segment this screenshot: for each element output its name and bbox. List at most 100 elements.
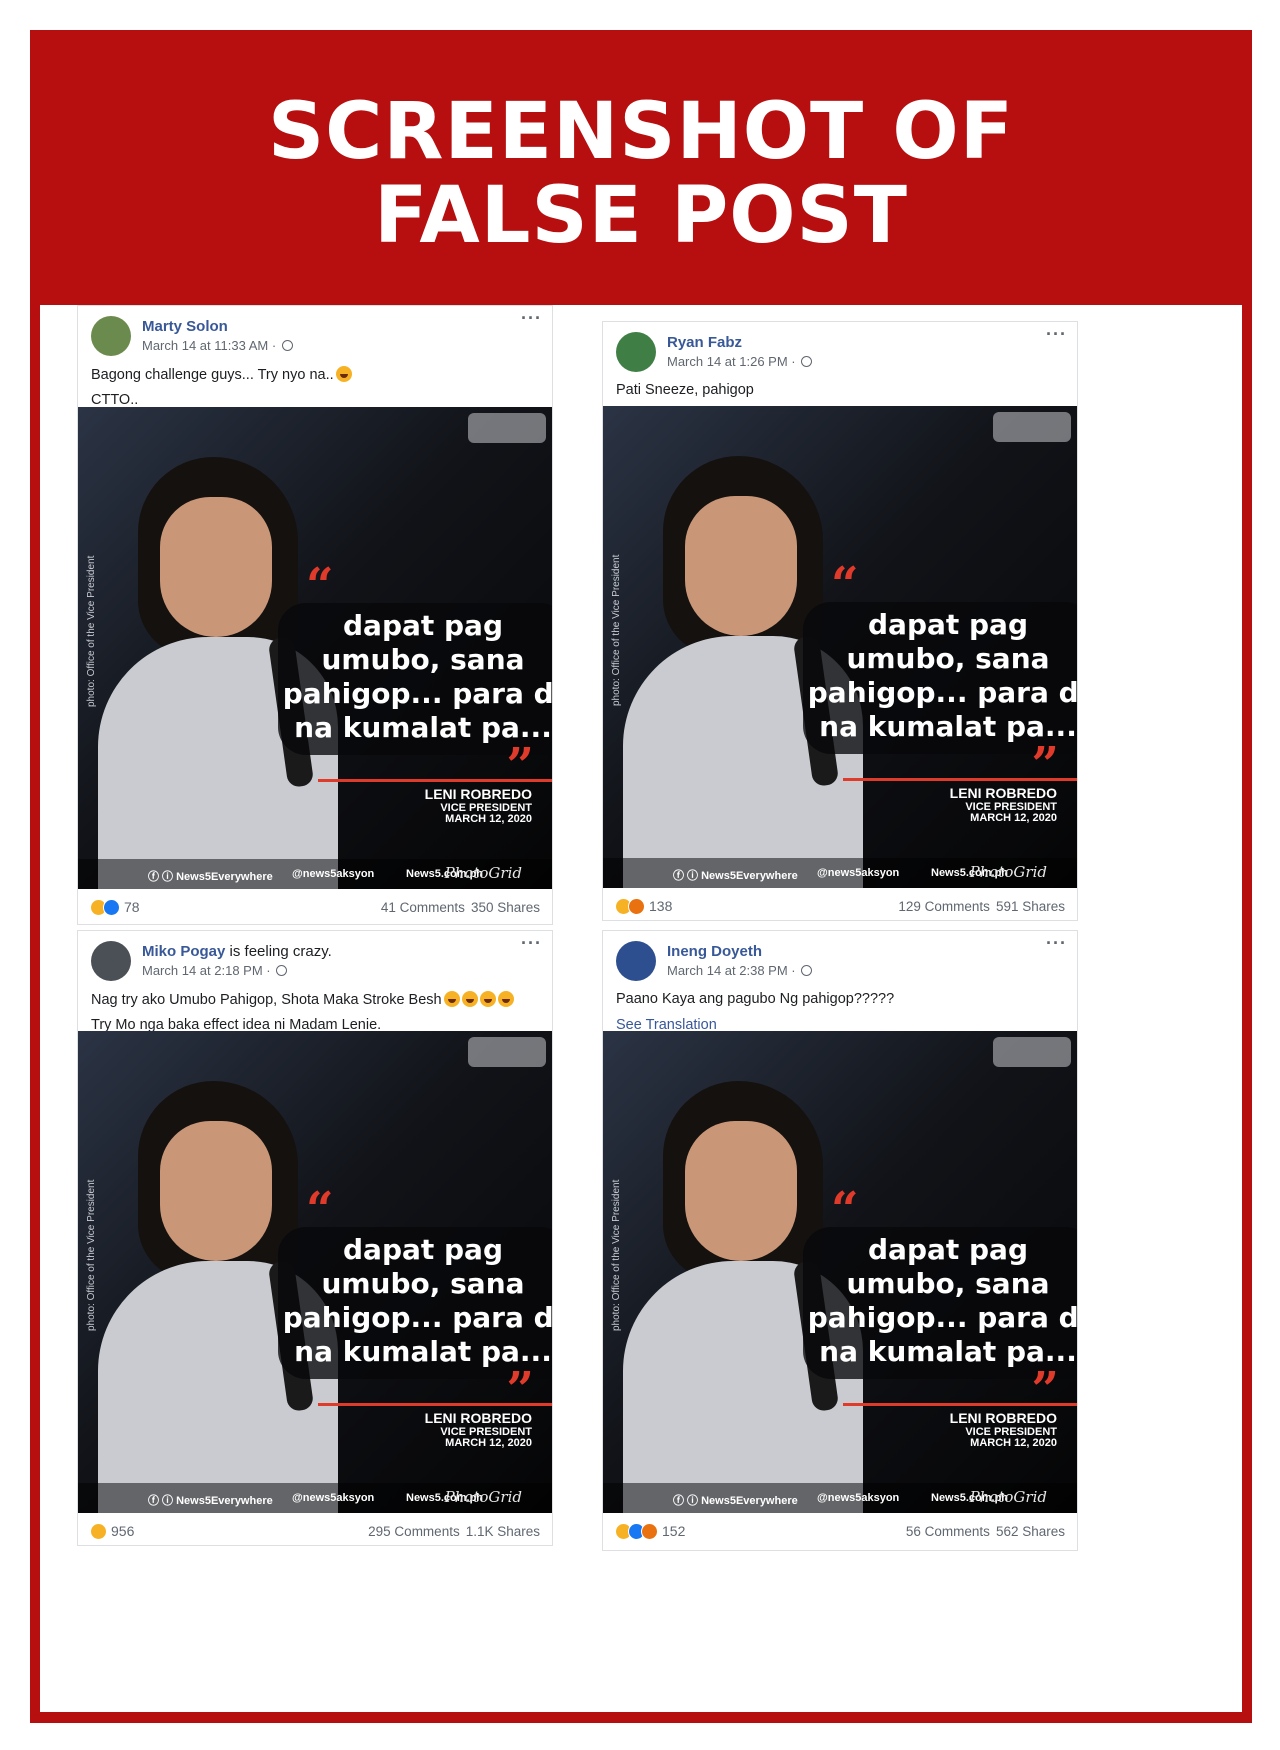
photo-credit: photo: Office of the Vice President [86, 555, 97, 707]
red-frame: SCREENSHOT OF FALSE POST Marty Solon Mar… [30, 30, 1252, 1723]
globe-icon [281, 340, 293, 351]
post-text: Paano Kaya ang pagubo Ng pahigop????? [616, 991, 895, 1007]
post-author[interactable]: Miko Pogay is feeling crazy. [142, 943, 332, 960]
footer-twitter: @news5aksyon [817, 1492, 900, 1504]
shares-count[interactable]: 1.1K Shares [466, 1524, 540, 1539]
banner-title-line2: FALSE POST [374, 171, 908, 261]
shares-count[interactable]: 562 Shares [996, 1524, 1065, 1539]
blurred-watermark [468, 1037, 546, 1067]
post-text: Nag try ako Umubo Pahigop, Shota Maka St… [91, 991, 514, 1008]
comments-count[interactable]: 41 Comments [381, 900, 465, 915]
footer-watermark: PhotoGrid [444, 1488, 522, 1506]
angry-reaction-icon [641, 1523, 658, 1540]
footer-twitter: @news5aksyon [292, 868, 375, 880]
globe-icon [276, 965, 288, 976]
quote-text: dapat pag umubo, sana pahigop... para di… [278, 1227, 552, 1379]
post-card: Ineng Doyeth March 14 at 2:38 PM · ··· P… [602, 930, 1078, 1551]
photo-credit: photo: Office of the Vice President [86, 1179, 97, 1331]
footer-watermark: PhotoGrid [969, 1488, 1047, 1506]
post-card: Miko Pogay is feeling crazy. March 14 at… [77, 930, 553, 1546]
post-timestamp[interactable]: March 14 at 2:38 PM · [667, 963, 813, 978]
reactions[interactable]: 78 [90, 899, 140, 916]
shares-count[interactable]: 591 Shares [996, 899, 1065, 914]
quote-source-name: LENI ROBREDO [949, 785, 1057, 801]
post-image[interactable]: photo: Office of the Vice President “ da… [603, 406, 1077, 888]
divider [843, 778, 1077, 781]
footer-watermark: PhotoGrid [444, 864, 522, 882]
haha-reaction-icon [90, 1523, 107, 1540]
post-image[interactable]: photo: Office of the Vice President “ da… [78, 1031, 552, 1513]
footer-facebook: ⓕ ⓘ News5Everywhere [673, 870, 798, 882]
quote-close-icon: ” [1031, 737, 1059, 793]
quote-close-icon: ” [1031, 1362, 1059, 1418]
footer-twitter: @news5aksyon [292, 1492, 375, 1504]
post-card: Ryan Fabz March 14 at 1:26 PM · ··· Pati… [602, 321, 1078, 921]
quote-source-name: LENI ROBREDO [424, 1410, 532, 1426]
more-options-icon[interactable]: ··· [1046, 324, 1067, 345]
banner-title: SCREENSHOT OF FALSE POST [30, 90, 1252, 258]
footer-facebook: ⓕ ⓘ News5Everywhere [673, 1495, 798, 1507]
post-author[interactable]: Ineng Doyeth [667, 943, 762, 960]
quote-close-icon: ” [506, 1362, 534, 1418]
quote-text: dapat pag umubo, sana pahigop... para di… [278, 603, 552, 755]
footer-facebook: ⓕ ⓘ News5Everywhere [148, 1495, 273, 1507]
post-card: Marty Solon March 14 at 11:33 AM · ··· B… [77, 305, 553, 925]
post-stats: 152 56 Comments 562 Shares [603, 1513, 1077, 1551]
posts-panel: Marty Solon March 14 at 11:33 AM · ··· B… [40, 305, 1242, 1712]
post-text: Pati Sneeze, pahigop [616, 382, 754, 398]
banner-title-line1: SCREENSHOT OF [267, 87, 1015, 177]
avatar[interactable] [616, 332, 656, 372]
reactions[interactable]: 956 [90, 1523, 134, 1540]
shares-count[interactable]: 350 Shares [471, 900, 540, 915]
laughing-emoji-icon [335, 366, 352, 382]
quote-source-date: MARCH 12, 2020 [445, 1437, 532, 1449]
quote-source-date: MARCH 12, 2020 [970, 812, 1057, 824]
reactions[interactable]: 152 [615, 1523, 685, 1540]
quote-source-date: MARCH 12, 2020 [445, 813, 532, 825]
laughing-emoji-icon [497, 991, 514, 1007]
globe-icon [801, 356, 813, 367]
post-stats: 956 295 Comments 1.1K Shares [78, 1513, 552, 1551]
post-image[interactable]: photo: Office of the Vice President “ da… [78, 407, 552, 889]
post-stats: 138 129 Comments 591 Shares [603, 888, 1077, 926]
quote-source-name: LENI ROBREDO [424, 786, 532, 802]
photo-credit: photo: Office of the Vice President [611, 554, 622, 706]
comments-count[interactable]: 129 Comments [898, 899, 990, 914]
avatar[interactable] [91, 941, 131, 981]
post-timestamp[interactable]: March 14 at 2:18 PM · [142, 963, 288, 978]
post-text-line2: CTTO.. [91, 392, 139, 408]
footer-facebook: ⓕ ⓘ News5Everywhere [148, 871, 273, 883]
laughing-emoji-icon [461, 991, 478, 1007]
more-options-icon[interactable]: ··· [521, 308, 542, 329]
quote-source-name: LENI ROBREDO [949, 1410, 1057, 1426]
footer-twitter: @news5aksyon [817, 867, 900, 879]
more-options-icon[interactable]: ··· [1046, 933, 1067, 954]
more-options-icon[interactable]: ··· [521, 933, 542, 954]
image-footer: ⓕ ⓘ News5Everywhere @news5aksyon News5.c… [603, 858, 1077, 888]
quote-source-date: MARCH 12, 2020 [970, 1437, 1057, 1449]
reactions[interactable]: 138 [615, 898, 672, 915]
avatar[interactable] [616, 941, 656, 981]
footer-watermark: PhotoGrid [969, 863, 1047, 881]
post-image[interactable]: photo: Office of the Vice President “ da… [603, 1031, 1077, 1513]
divider [843, 1403, 1077, 1406]
post-author[interactable]: Ryan Fabz [667, 334, 742, 351]
blurred-watermark [993, 412, 1071, 442]
image-footer: ⓕ ⓘ News5Everywhere @news5aksyon News5.c… [78, 1483, 552, 1513]
laughing-emoji-icon [479, 991, 496, 1007]
comments-count[interactable]: 56 Comments [906, 1524, 990, 1539]
image-footer: ⓕ ⓘ News5Everywhere @news5aksyon News5.c… [603, 1483, 1077, 1513]
quote-text: dapat pag umubo, sana pahigop... para di… [803, 1227, 1077, 1379]
avatar[interactable] [91, 316, 131, 356]
quote-close-icon: ” [506, 738, 534, 794]
post-stats: 78 41 Comments 350 Shares [78, 889, 552, 927]
divider [318, 779, 552, 782]
post-timestamp[interactable]: March 14 at 1:26 PM · [667, 354, 813, 369]
image-footer: ⓕ ⓘ News5Everywhere @news5aksyon News5.c… [78, 859, 552, 889]
quote-text: dapat pag umubo, sana pahigop... para di… [803, 602, 1077, 754]
post-author[interactable]: Marty Solon [142, 318, 228, 335]
blurred-watermark [993, 1037, 1071, 1067]
post-text: Bagong challenge guys... Try nyo na.. [91, 366, 352, 383]
comments-count[interactable]: 295 Comments [368, 1524, 460, 1539]
post-timestamp[interactable]: March 14 at 11:33 AM · [142, 338, 293, 353]
